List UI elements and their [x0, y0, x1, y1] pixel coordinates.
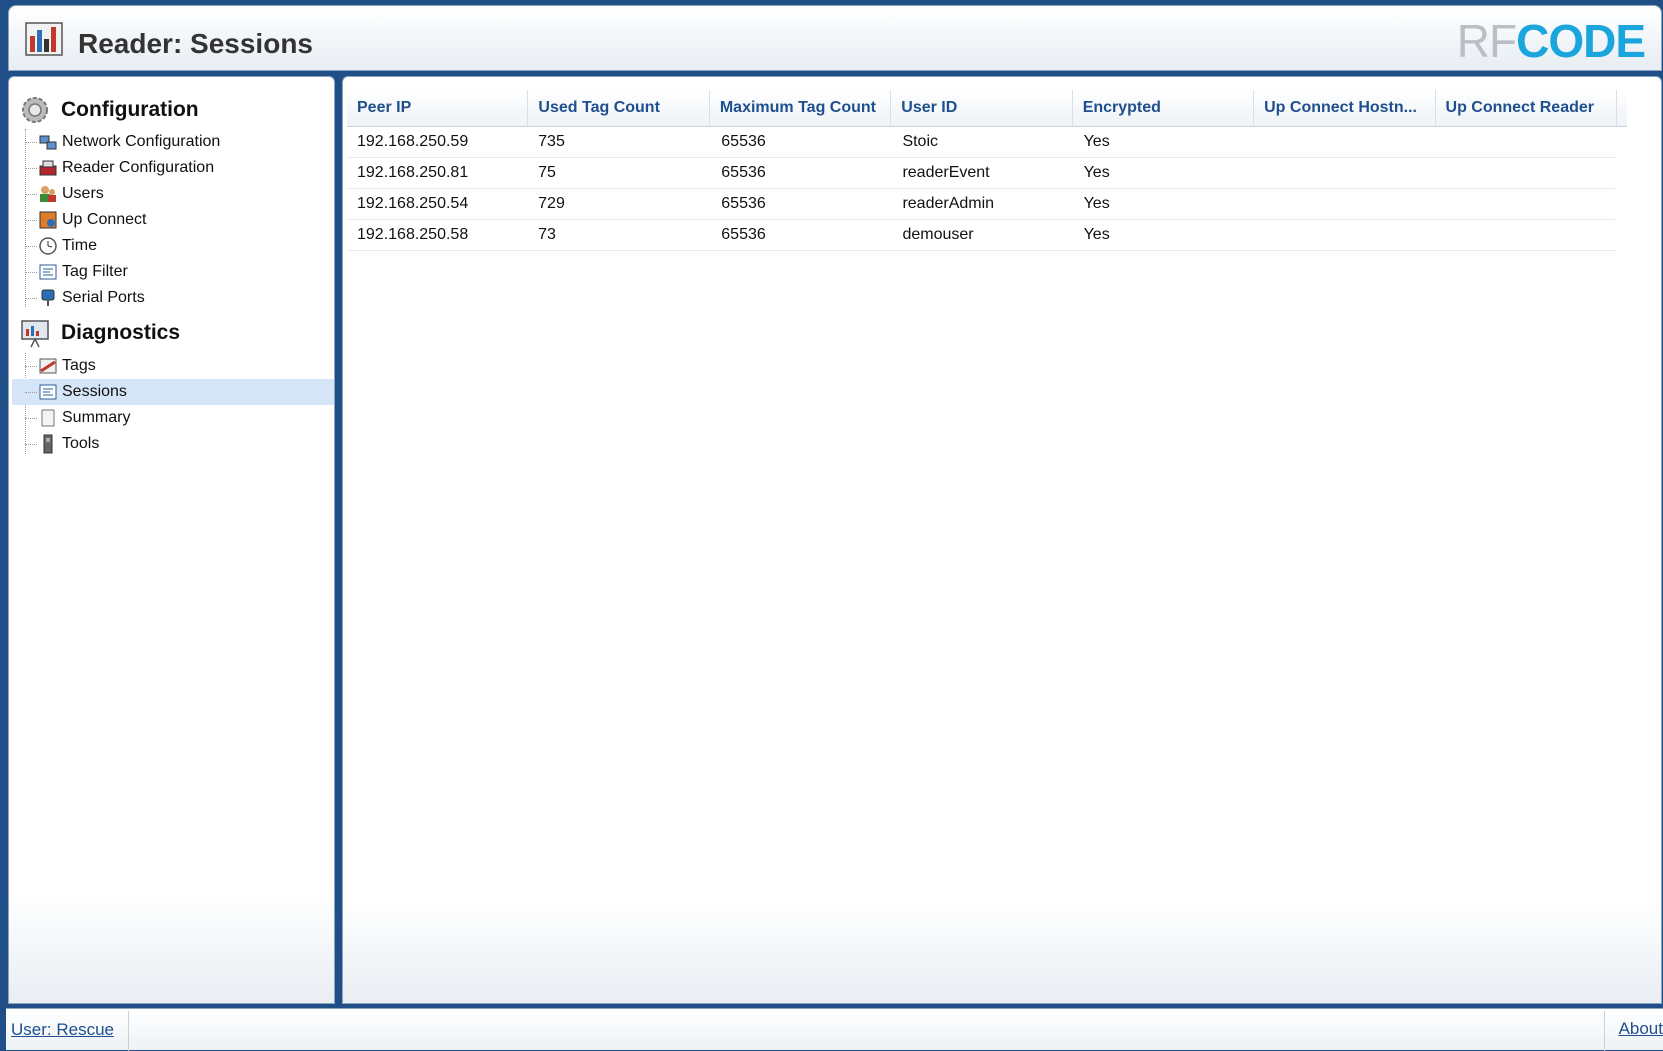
section-diagnostics[interactable]: Diagnostics [19, 315, 180, 351]
section-configuration[interactable]: Configuration [19, 92, 199, 128]
users-icon [40, 186, 56, 202]
table-row[interactable]: 192.168.250.54 729 65536 readerAdmin Yes [347, 189, 1615, 220]
column-header-used-tag-count[interactable]: Used Tag Count [528, 90, 710, 126]
sidebar-item-tag-filter[interactable]: Tag Filter [12, 259, 334, 285]
footer-divider [1604, 1011, 1605, 1051]
cell-maximum-tag-count: 65536 [721, 195, 766, 212]
up-connect-icon [39, 211, 57, 229]
page-title: Reader: Sessions [78, 28, 313, 59]
cell-up-connect-hostname [1253, 158, 1434, 188]
sessions-list-icon [39, 384, 57, 400]
cell-used-tag-count: 735 [538, 133, 565, 150]
cell-peer-ip: 192.168.250.59 [357, 133, 469, 150]
bar-chart-app-icon [25, 22, 63, 56]
cell-used-tag-count: 729 [538, 195, 565, 212]
cell-up-connect-hostname [1253, 189, 1434, 219]
cell-up-connect-reader [1434, 158, 1615, 188]
column-header-filler [1617, 90, 1627, 126]
document-icon [41, 409, 55, 427]
column-header-peer-ip[interactable]: Peer IP [347, 90, 529, 126]
current-user-link[interactable]: User: Rescue [11, 1019, 125, 1040]
cell-maximum-tag-count: 65536 [721, 133, 766, 150]
cell-up-connect-hostname [1253, 220, 1434, 250]
cell-peer-ip: 192.168.250.54 [357, 195, 469, 212]
sidebar-item-summary[interactable]: Summary [12, 405, 334, 431]
filter-list-icon [39, 264, 57, 280]
cell-encrypted: Yes [1083, 133, 1110, 150]
column-header-user-id[interactable]: User ID [891, 90, 1073, 126]
cell-up-connect-reader [1434, 189, 1615, 219]
main-panel: Peer IP Used Tag Count Maximum Tag Count… [342, 76, 1662, 1004]
cell-user-id: readerEvent [902, 164, 990, 181]
reader-icon [39, 160, 57, 176]
tools-icon [43, 434, 53, 454]
column-header-up-connect-reader[interactable]: Up Connect Reader [1436, 90, 1617, 126]
column-header-up-connect-hostname[interactable]: Up Connect Hostn... [1254, 90, 1436, 126]
cell-used-tag-count: 73 [538, 226, 556, 243]
cell-encrypted: Yes [1083, 164, 1110, 181]
serial-port-icon [41, 289, 55, 306]
cell-encrypted: Yes [1083, 226, 1110, 243]
cell-maximum-tag-count: 65536 [721, 164, 766, 181]
cell-up-connect-reader [1434, 127, 1615, 157]
sidebar-item-up-connect[interactable]: Up Connect [12, 207, 334, 233]
rfcode-logo: RFCODE [1456, 15, 1646, 67]
table-row[interactable]: 192.168.250.59 735 65536 Stoic Yes [347, 127, 1615, 158]
gear-icon [22, 97, 48, 123]
cell-used-tag-count: 75 [538, 164, 556, 181]
footer-divider [128, 1011, 129, 1051]
sidebar-item-reader-configuration[interactable]: Reader Configuration [12, 155, 334, 181]
sidebar-item-time[interactable]: Time [12, 233, 334, 259]
app-header: Reader: Sessions RFCODE [8, 5, 1662, 71]
cell-up-connect-reader [1434, 220, 1615, 250]
cell-user-id: readerAdmin [902, 195, 995, 212]
grid-header: Peer IP Used Tag Count Maximum Tag Count… [347, 90, 1627, 127]
sidebar-item-sessions[interactable]: Sessions [12, 379, 334, 405]
about-link[interactable]: About [1619, 1019, 1663, 1039]
table-row[interactable]: 192.168.250.58 73 65536 demouser Yes [347, 220, 1615, 251]
cell-user-id: demouser [902, 226, 974, 243]
table-row[interactable]: 192.168.250.81 75 65536 readerEvent Yes [347, 158, 1615, 189]
cell-peer-ip: 192.168.250.58 [357, 226, 469, 243]
cell-encrypted: Yes [1083, 195, 1110, 212]
cell-maximum-tag-count: 65536 [721, 226, 766, 243]
sidebar-item-tags[interactable]: Tags [12, 353, 334, 379]
tag-icon [39, 358, 57, 374]
sessions-grid: Peer IP Used Tag Count Maximum Tag Count… [347, 90, 1627, 251]
sidebar-item-network-configuration[interactable]: Network Configuration [12, 129, 334, 155]
navigation-sidebar: Configuration Network Configuration Read… [8, 76, 335, 1004]
cell-peer-ip: 192.168.250.81 [357, 164, 469, 181]
clock-icon [39, 237, 57, 255]
sidebar-item-tools[interactable]: Tools [12, 431, 334, 457]
column-header-encrypted[interactable]: Encrypted [1073, 90, 1255, 126]
sidebar-item-serial-ports[interactable]: Serial Ports [12, 285, 334, 311]
cell-up-connect-hostname [1253, 127, 1434, 157]
status-bar: User: Rescue About [6, 1008, 1663, 1051]
cell-user-id: Stoic [902, 133, 939, 150]
network-icon [39, 135, 57, 150]
diagnostics-monitor-icon [21, 320, 49, 348]
sidebar-item-users[interactable]: Users [12, 181, 334, 207]
column-header-maximum-tag-count[interactable]: Maximum Tag Count [710, 90, 892, 126]
